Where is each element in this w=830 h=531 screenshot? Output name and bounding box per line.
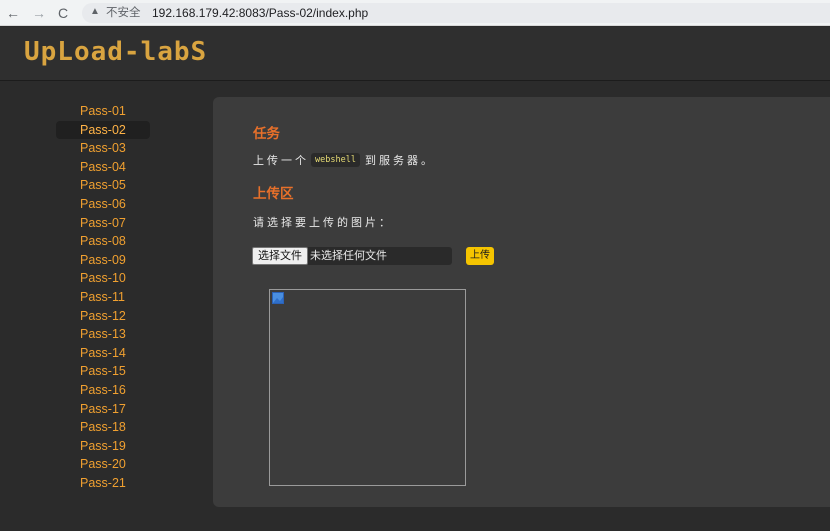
task-code: webshell xyxy=(311,153,360,167)
main-panel: 任务 上传一个 webshell 到服务器。 上传区 请选择要上传的图片： 选择… xyxy=(213,97,830,507)
sidebar-item-pass-07[interactable]: Pass-07 xyxy=(56,214,150,233)
sidebar-item-pass-09[interactable]: Pass-09 xyxy=(56,251,150,270)
broken-image-icon xyxy=(272,292,284,304)
sidebar-nav: Pass-01 Pass-02 Pass-03 Pass-04 Pass-05 Pass-… xyxy=(56,102,150,492)
sidebar-item-pass-08[interactable]: Pass-08 xyxy=(56,232,150,251)
warning-icon[interactable]: ▲ xyxy=(90,6,102,18)
task-suffix: 到服务器。 xyxy=(364,155,435,167)
sidebar-item-pass-03[interactable]: Pass-03 xyxy=(56,139,150,158)
task-prefix: 上传一个 xyxy=(253,155,309,167)
browser-address-bar: ← → C ▲ 不安全 192.168.179.42:8083/Pass-02/… xyxy=(0,0,830,26)
sidebar-item-pass-14[interactable]: Pass-14 xyxy=(56,344,150,363)
sidebar-item-pass-06[interactable]: Pass-06 xyxy=(56,195,150,214)
sidebar-item-pass-15[interactable]: Pass-15 xyxy=(56,362,150,381)
site-logo[interactable]: UpLoad-labS xyxy=(24,37,207,67)
back-arrow-icon[interactable]: ← xyxy=(3,3,23,23)
sidebar-item-pass-05[interactable]: Pass-05 xyxy=(56,176,150,195)
site-header: UpLoad-labS xyxy=(0,27,830,81)
sidebar-item-pass-12[interactable]: Pass-12 xyxy=(56,307,150,326)
sidebar-item-pass-02[interactable]: Pass-02 xyxy=(56,120,150,140)
task-description: 上传一个 webshell 到服务器。 xyxy=(253,152,435,168)
sidebar-item-pass-04[interactable]: Pass-04 xyxy=(56,158,150,177)
choose-prompt: 请选择要上传的图片： xyxy=(253,217,393,229)
sidebar-item-pass-16[interactable]: Pass-16 xyxy=(56,381,150,400)
insecure-label[interactable]: 不安全 xyxy=(106,6,141,20)
upload-heading: 上传区 xyxy=(253,186,294,201)
forward-arrow-icon[interactable]: → xyxy=(29,3,49,23)
sidebar-item-pass-21[interactable]: Pass-21 xyxy=(56,474,150,493)
upload-button[interactable]: 上传 xyxy=(466,247,494,265)
file-status: 未选择任何文件 xyxy=(310,250,387,262)
url-input[interactable]: ▲ 不安全 192.168.179.42:8083/Pass-02/index.… xyxy=(82,3,830,23)
sidebar-item-pass-11[interactable]: Pass-11 xyxy=(56,288,150,307)
sidebar-item-pass-17[interactable]: Pass-17 xyxy=(56,400,150,419)
reload-icon[interactable]: C xyxy=(53,3,73,23)
sidebar-item-pass-13[interactable]: Pass-13 xyxy=(56,325,150,344)
image-preview xyxy=(269,289,466,486)
sidebar-item-pass-18[interactable]: Pass-18 xyxy=(56,418,150,437)
sidebar-item-pass-20[interactable]: Pass-20 xyxy=(56,455,150,474)
sidebar-item-pass-10[interactable]: Pass-10 xyxy=(56,269,150,288)
sidebar-item-pass-01[interactable]: Pass-01 xyxy=(56,102,150,121)
task-heading: 任务 xyxy=(253,126,280,141)
url-text[interactable]: 192.168.179.42:8083/Pass-02/index.php xyxy=(152,5,368,21)
choose-file-button[interactable]: 选择文件 xyxy=(252,247,308,265)
file-input[interactable]: 选择文件 未选择任何文件 xyxy=(252,247,452,265)
sidebar-item-pass-19[interactable]: Pass-19 xyxy=(56,437,150,456)
